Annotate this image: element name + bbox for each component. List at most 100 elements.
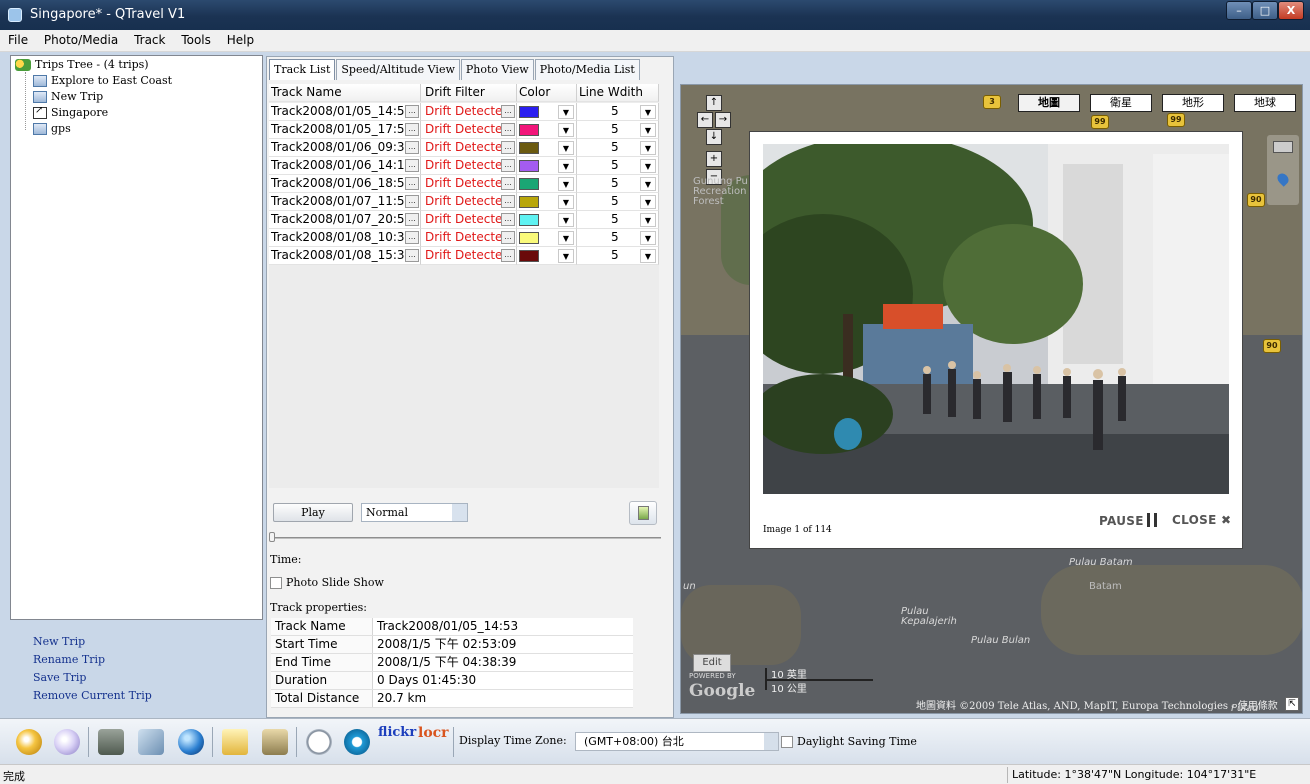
pan-down-button[interactable]: ↓ [706, 129, 722, 145]
chevron-down-icon[interactable]: ▼ [558, 195, 574, 209]
ellipsis-button[interactable]: ... [501, 249, 515, 262]
drift-filter-cell[interactable]: Drift Detected... [421, 175, 517, 193]
color-cell[interactable]: ▼ [517, 157, 577, 175]
ellipsis-button[interactable]: ... [501, 195, 515, 208]
ellipsis-button[interactable]: ... [405, 177, 419, 190]
chevron-down-icon[interactable]: ▼ [558, 123, 574, 137]
line-width-cell[interactable]: 5 ▼ [577, 121, 659, 139]
save-trip-link[interactable]: Save Trip [33, 671, 152, 689]
ellipsis-button[interactable]: ... [405, 123, 419, 136]
drift-filter-cell[interactable]: Drift Detected... [421, 121, 517, 139]
track-name-cell[interactable]: Track2008/01/08_10:37... [269, 229, 421, 247]
timezone-select[interactable]: (GMT+08:00) 台北 [575, 732, 779, 751]
camera-icon[interactable] [262, 729, 288, 755]
drift-filter-cell[interactable]: Drift Detected... [421, 229, 517, 247]
map-type-map[interactable]: 地圖 [1018, 94, 1080, 112]
chevron-down-icon[interactable]: ▼ [558, 231, 574, 245]
chevron-down-icon[interactable]: ▼ [640, 159, 656, 173]
chevron-down-icon[interactable]: ▼ [558, 159, 574, 173]
menu-track[interactable]: Track [132, 30, 167, 50]
table-row[interactable]: Track2008/01/06_14:11... Drift Detected..… [269, 157, 659, 175]
pan-left-button[interactable]: ← [697, 112, 713, 128]
chevron-down-icon[interactable]: ▼ [640, 195, 656, 209]
minimize-button[interactable]: – [1226, 1, 1252, 20]
ellipsis-button[interactable]: ... [405, 141, 419, 154]
table-row[interactable]: Track2008/01/08_10:37... Drift Detected..… [269, 229, 659, 247]
line-width-cell[interactable]: 5 ▼ [577, 247, 659, 265]
ellipsis-button[interactable]: ... [405, 195, 419, 208]
ellipsis-button[interactable]: ... [501, 177, 515, 190]
table-row[interactable]: Track2008/01/06_18:54... Drift Detected..… [269, 175, 659, 193]
ellipsis-button[interactable]: ... [405, 231, 419, 244]
chevron-down-icon[interactable]: ▼ [558, 105, 574, 119]
locr-icon[interactable]: locr [418, 725, 449, 741]
line-width-cell[interactable]: 5 ▼ [577, 103, 659, 121]
chevron-down-icon[interactable]: ▼ [558, 213, 574, 227]
tab-track-list[interactable]: Track List [269, 59, 336, 80]
line-width-cell[interactable]: 5 ▼ [577, 157, 659, 175]
tree-item-gps[interactable]: gps [33, 122, 71, 135]
playback-slider[interactable] [269, 531, 661, 543]
resize-corner-icon[interactable]: ⇱ [1285, 697, 1299, 711]
table-row[interactable]: Track2008/01/05_14:53... Drift Detected..… [269, 103, 659, 121]
menu-tools[interactable]: Tools [179, 30, 213, 50]
menu-help[interactable]: Help [225, 30, 256, 50]
header-drift-filter[interactable]: Drift Filter [421, 84, 517, 102]
menu-photo-media[interactable]: Photo/Media [42, 30, 120, 50]
map-type-earth[interactable]: 地球 [1234, 94, 1296, 112]
header-track-name[interactable]: Track Name [269, 84, 421, 102]
tab-photo-view[interactable]: Photo View [460, 59, 534, 80]
color-cell[interactable]: ▼ [517, 175, 577, 193]
color-cell[interactable]: ▼ [517, 139, 577, 157]
pause-button[interactable]: PAUSE [1099, 513, 1157, 528]
play-button[interactable]: Play [273, 503, 353, 522]
track-name-cell[interactable]: Track2008/01/08_15:34... [269, 247, 421, 265]
map-copyright[interactable]: 地圖資料 ©2009 Tele Atlas, AND, MapIT, Europ… [916, 697, 1278, 712]
close-window-button[interactable]: X [1278, 1, 1304, 20]
chevron-down-icon[interactable]: ▼ [558, 249, 574, 263]
map-edit-button[interactable]: Edit [693, 654, 731, 672]
track-name-cell[interactable]: Track2008/01/06_18:54... [269, 175, 421, 193]
ellipsis-button[interactable]: ... [405, 159, 419, 172]
ellipsis-button[interactable]: ... [405, 213, 419, 226]
map-view[interactable]: 地圖 衛星 地形 地球 ↑ ← → ↓ + − 3 99 99 90 90 Gu… [680, 84, 1303, 714]
checkbox[interactable] [270, 576, 282, 589]
drift-filter-cell[interactable]: Drift Detected... [421, 193, 517, 211]
chevron-down-icon[interactable]: ▼ [640, 141, 656, 155]
color-cell[interactable]: ▼ [517, 121, 577, 139]
clock-icon[interactable] [306, 729, 332, 755]
color-cell[interactable]: ▼ [517, 247, 577, 265]
color-cell[interactable]: ▼ [517, 229, 577, 247]
track-name-cell[interactable]: Track2008/01/07_20:53... [269, 211, 421, 229]
table-row[interactable]: Track2008/01/07_11:53... Drift Detected..… [269, 193, 659, 211]
ellipsis-button[interactable]: ... [405, 105, 419, 118]
back-icon[interactable] [16, 729, 42, 755]
slideshow-checkbox[interactable]: Photo Slide Show [270, 576, 384, 589]
rename-trip-link[interactable]: Rename Trip [33, 653, 152, 671]
map-pin-icon[interactable] [1275, 171, 1291, 187]
google-logo[interactable]: Google [689, 681, 755, 701]
checkbox[interactable] [781, 735, 793, 748]
header-color[interactable]: Color [517, 84, 577, 102]
chevron-down-icon[interactable]: ▼ [558, 177, 574, 191]
color-cell[interactable]: ▼ [517, 193, 577, 211]
drift-filter-cell[interactable]: Drift Detected... [421, 247, 517, 265]
chevron-down-icon[interactable]: ▼ [640, 249, 656, 263]
color-cell[interactable]: ▼ [517, 103, 577, 121]
pan-right-button[interactable]: → [715, 112, 731, 128]
ellipsis-button[interactable]: ... [501, 213, 515, 226]
pan-up-button[interactable]: ↑ [706, 95, 722, 111]
line-width-cell[interactable]: 5 ▼ [577, 139, 659, 157]
track-name-cell[interactable]: Track2008/01/05_14:53... [269, 103, 421, 121]
track-name-cell[interactable]: Track2008/01/07_11:53... [269, 193, 421, 211]
tab-photo-media-list[interactable]: Photo/Media List [534, 59, 640, 80]
chevron-down-icon[interactable]: ▼ [640, 213, 656, 227]
ellipsis-button[interactable]: ... [501, 231, 515, 244]
globe-icon[interactable] [178, 729, 204, 755]
tree-item-explore[interactable]: Explore to East Coast [33, 74, 172, 87]
slider-thumb[interactable] [269, 532, 275, 542]
tree-root[interactable]: Trips Tree - (4 trips) [15, 58, 149, 71]
speed-select[interactable]: Normal [361, 503, 468, 522]
table-row[interactable]: Track2008/01/05_17:57... Drift Detected..… [269, 121, 659, 139]
remove-trip-link[interactable]: Remove Current Trip [33, 689, 152, 707]
